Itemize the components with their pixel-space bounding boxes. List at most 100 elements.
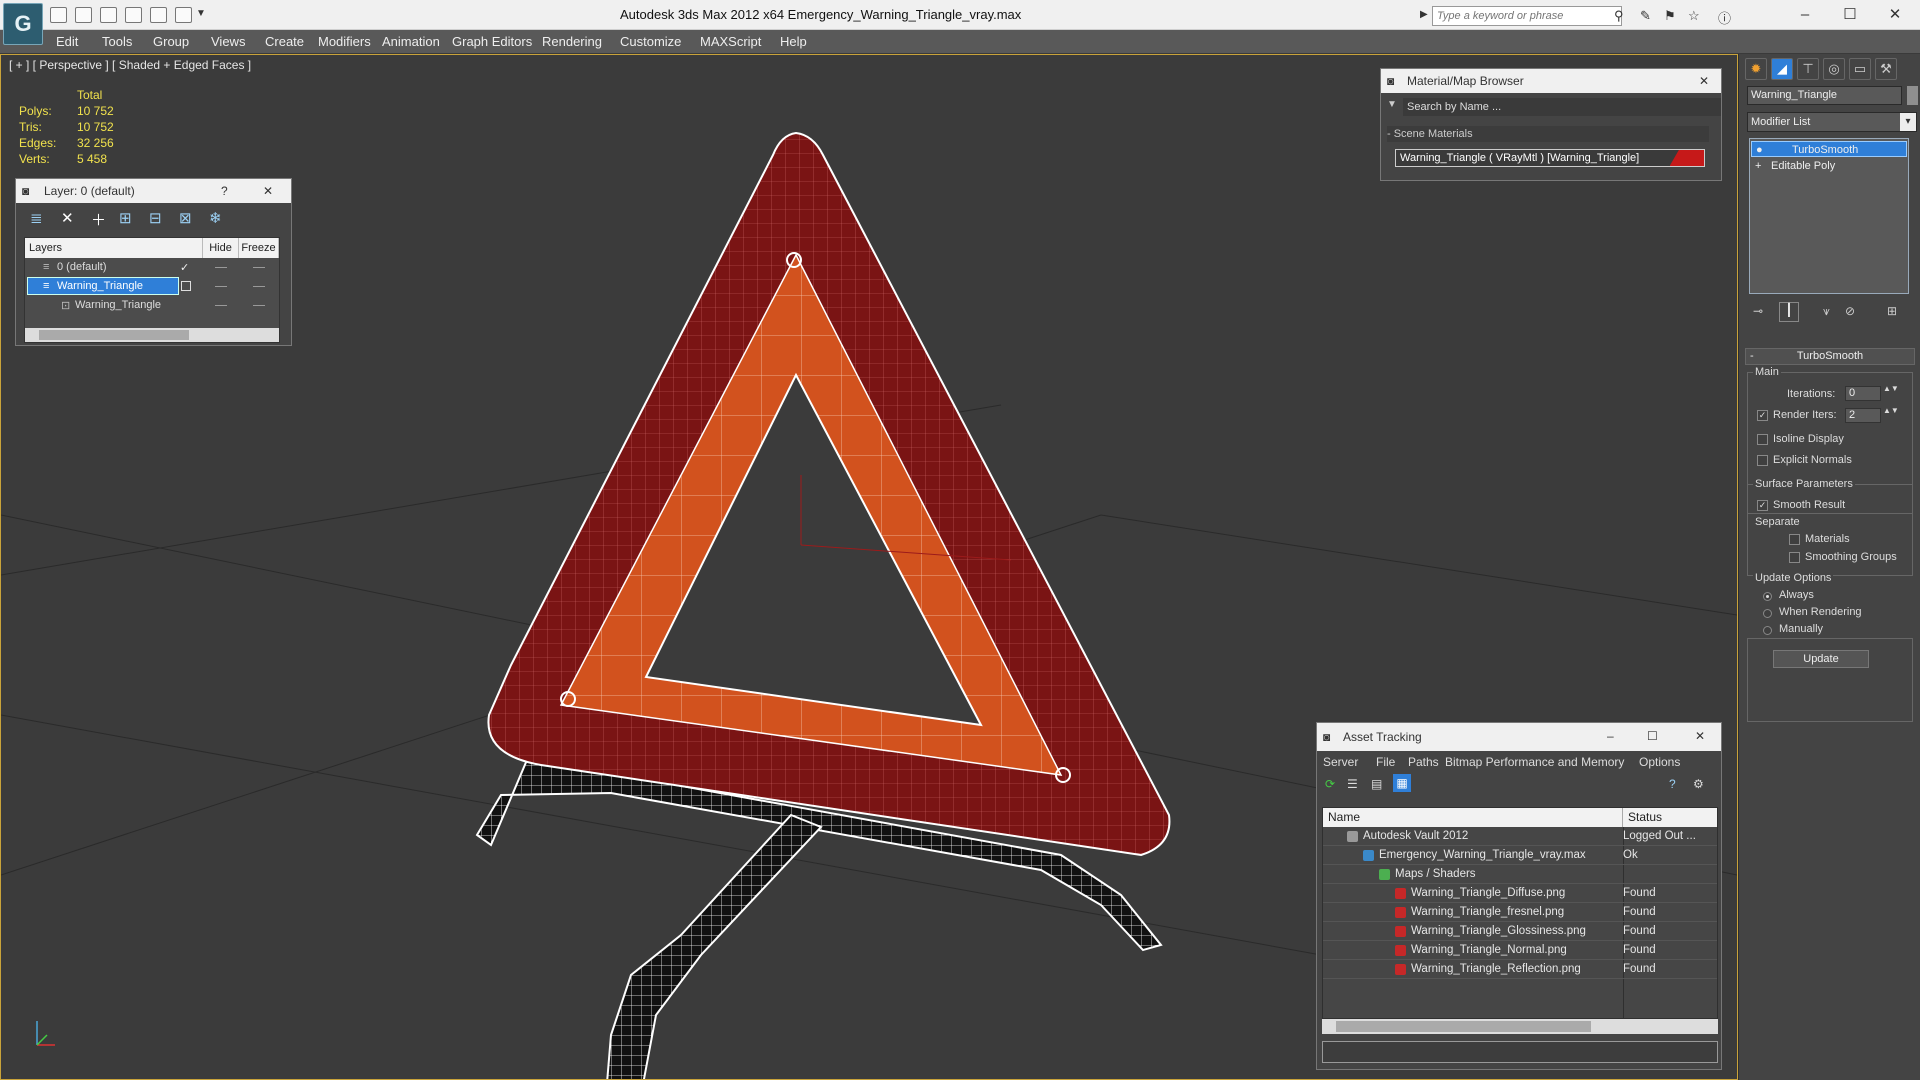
- asset-close-icon[interactable]: ✕: [1695, 729, 1705, 743]
- motion-tab-icon[interactable]: ◎: [1823, 58, 1845, 80]
- freeze-all-icon[interactable]: ❄: [209, 209, 222, 227]
- favorites-star-icon[interactable]: ☆: [1688, 8, 1700, 24]
- quick-access-dropdown-icon[interactable]: ▼: [196, 8, 206, 19]
- spinner-arrows-icon[interactable]: ▲▼: [1883, 406, 1899, 415]
- modify-tab-icon[interactable]: ◢: [1771, 58, 1793, 80]
- separate-materials-checkbox[interactable]: [1789, 534, 1800, 545]
- layer-manager-dialog[interactable]: ◙ Layer: 0 (default) ? ✕ ≣ ✕ ＋ ⊞ ⊟ ⊠ ❄ L…: [15, 178, 292, 346]
- menu-animation[interactable]: Animation: [382, 34, 440, 49]
- iterations-spinner[interactable]: 0: [1845, 386, 1881, 401]
- asset-row-bitmap[interactable]: Warning_Triangle_Normal.png Found: [1323, 941, 1717, 960]
- minimize-button[interactable]: –: [1785, 4, 1825, 26]
- asset-menu-file[interactable]: File: [1376, 755, 1395, 769]
- list-view-icon[interactable]: ☰: [1347, 777, 1358, 791]
- asset-hscrollbar[interactable]: [1322, 1019, 1718, 1034]
- menu-graph-editors[interactable]: Graph Editors: [452, 34, 532, 49]
- asset-row-maps[interactable]: Maps / Shaders: [1323, 865, 1717, 884]
- save-file-icon[interactable]: [75, 7, 92, 23]
- viewport-label[interactable]: [ + ] [ Perspective ] [ Shaded + Edged F…: [9, 58, 251, 72]
- current-layer-check-icon[interactable]: ✓: [180, 261, 189, 274]
- asset-maximize-icon[interactable]: ☐: [1647, 729, 1658, 743]
- chevron-down-icon[interactable]: ▾: [1900, 113, 1916, 131]
- pin-stack-icon[interactable]: ⊸: [1753, 304, 1763, 318]
- undo-icon[interactable]: [100, 7, 117, 23]
- material-search-input[interactable]: Search by Name ...: [1403, 98, 1721, 116]
- asset-scroll-thumb[interactable]: [1336, 1021, 1591, 1032]
- hide-toggle[interactable]: [215, 305, 227, 306]
- col-hide[interactable]: Hide: [203, 238, 239, 258]
- isoline-display-checkbox[interactable]: [1757, 434, 1768, 445]
- close-button[interactable]: ✕: [1875, 4, 1915, 26]
- layer-dialog-titlebar[interactable]: ◙ Layer: 0 (default) ? ✕: [16, 179, 291, 203]
- explicit-normals-checkbox[interactable]: [1757, 455, 1768, 466]
- delete-layer-icon[interactable]: ✕: [61, 209, 74, 227]
- spinner-arrows-icon[interactable]: ▲▼: [1883, 384, 1899, 393]
- show-end-result-icon[interactable]: ┃: [1779, 302, 1799, 322]
- hold-icon[interactable]: [150, 7, 167, 23]
- keyword-search[interactable]: [1432, 6, 1622, 26]
- object-color-swatch[interactable]: [1907, 86, 1918, 105]
- asset-settings-icon[interactable]: ⚙: [1693, 777, 1704, 791]
- add-to-layer-icon[interactable]: ＋: [91, 209, 106, 230]
- asset-tracking-titlebar[interactable]: ◙ Asset Tracking – ☐ ✕: [1317, 723, 1721, 751]
- utilities-tab-icon[interactable]: ⚒: [1875, 58, 1897, 80]
- update-always-radio[interactable]: [1763, 592, 1772, 601]
- binoculars-icon[interactable]: ⚲: [1614, 8, 1624, 24]
- create-tab-icon[interactable]: ✹: [1745, 58, 1767, 80]
- asset-row-bitmap[interactable]: Warning_Triangle_Reflection.png Found: [1323, 960, 1717, 979]
- update-when-rendering-radio[interactable]: [1763, 609, 1772, 618]
- asset-help-icon[interactable]: ?: [1669, 777, 1676, 791]
- asset-row-bitmap[interactable]: Warning_Triangle_Glossiness.png Found: [1323, 922, 1717, 941]
- menu-tools[interactable]: Tools: [102, 34, 132, 49]
- app-logo[interactable]: G: [3, 3, 43, 45]
- menu-create[interactable]: Create: [265, 34, 304, 49]
- expand-plus-icon[interactable]: +: [1755, 158, 1761, 174]
- freeze-toggle[interactable]: [253, 267, 265, 268]
- asset-row-bitmap[interactable]: Warning_Triangle_Diffuse.png Found: [1323, 884, 1717, 903]
- asset-minimize-icon[interactable]: –: [1607, 729, 1614, 743]
- menu-group[interactable]: Group: [153, 34, 189, 49]
- table-view-icon[interactable]: ▦: [1393, 774, 1411, 792]
- menu-rendering[interactable]: Rendering: [542, 34, 602, 49]
- keyword-search-input[interactable]: [1433, 7, 1621, 25]
- object-row[interactable]: ⊡ Warning_Triangle: [25, 296, 279, 315]
- render-iters-checkbox[interactable]: ✓: [1757, 410, 1768, 421]
- object-name-field[interactable]: Warning_Triangle: [1747, 86, 1902, 105]
- separate-smoothing-groups-checkbox[interactable]: [1789, 552, 1800, 563]
- search-expand-icon[interactable]: ▶: [1420, 9, 1428, 20]
- current-layer-checkbox[interactable]: [181, 281, 191, 291]
- make-unique-icon[interactable]: ⩛: [1823, 304, 1830, 319]
- asset-menu-server[interactable]: Server: [1323, 755, 1358, 769]
- layer-row-selected[interactable]: ≡ Warning_Triangle: [25, 277, 279, 296]
- menu-customize[interactable]: Customize: [620, 34, 681, 49]
- layer-dialog-help-icon[interactable]: ?: [221, 184, 228, 198]
- hide-toggle[interactable]: [215, 286, 227, 287]
- asset-row-max-file[interactable]: Emergency_Warning_Triangle_vray.max Ok: [1323, 846, 1717, 865]
- layer-row[interactable]: ≡ 0 (default) ✓: [25, 258, 279, 277]
- collapse-minus-icon[interactable]: -: [1750, 349, 1754, 364]
- menu-help[interactable]: Help: [780, 34, 807, 49]
- hide-all-icon[interactable]: ⊠: [179, 209, 192, 227]
- configure-sets-icon[interactable]: ⊞: [1887, 304, 1897, 318]
- communication-icon[interactable]: ⚑: [1664, 8, 1676, 24]
- select-objects-icon[interactable]: ⊞: [119, 209, 132, 227]
- help-icon[interactable]: ⓘ: [1718, 8, 1731, 27]
- remove-modifier-icon[interactable]: ⊘: [1845, 304, 1855, 318]
- asset-tracking-dialog[interactable]: ◙ Asset Tracking – ☐ ✕ Server File Paths…: [1316, 722, 1722, 1070]
- asset-menu-paths[interactable]: Paths: [1408, 755, 1439, 769]
- layer-scroll-thumb[interactable]: [39, 330, 189, 340]
- options-dropdown-icon[interactable]: ▼: [1387, 99, 1397, 110]
- col-name[interactable]: Name: [1323, 808, 1623, 827]
- col-layers[interactable]: Layers: [25, 238, 203, 258]
- asset-menu-options[interactable]: Options: [1639, 755, 1680, 769]
- col-status[interactable]: Status: [1623, 808, 1717, 827]
- menu-edit[interactable]: Edit: [56, 34, 78, 49]
- highlight-layer-icon[interactable]: ⊟: [149, 209, 162, 227]
- stack-item-editable-poly[interactable]: + Editable Poly: [1751, 158, 1907, 174]
- material-browser-close-icon[interactable]: ✕: [1699, 74, 1709, 88]
- turbosmooth-rollout-header[interactable]: - TurboSmooth: [1745, 348, 1915, 365]
- asset-row-vault[interactable]: Autodesk Vault 2012 Logged Out ...: [1323, 827, 1717, 846]
- update-manually-radio[interactable]: [1763, 626, 1772, 635]
- material-map-browser[interactable]: ◙ Material/Map Browser ✕ ▼ Search by Nam…: [1380, 68, 1722, 181]
- display-tab-icon[interactable]: ▭: [1849, 58, 1871, 80]
